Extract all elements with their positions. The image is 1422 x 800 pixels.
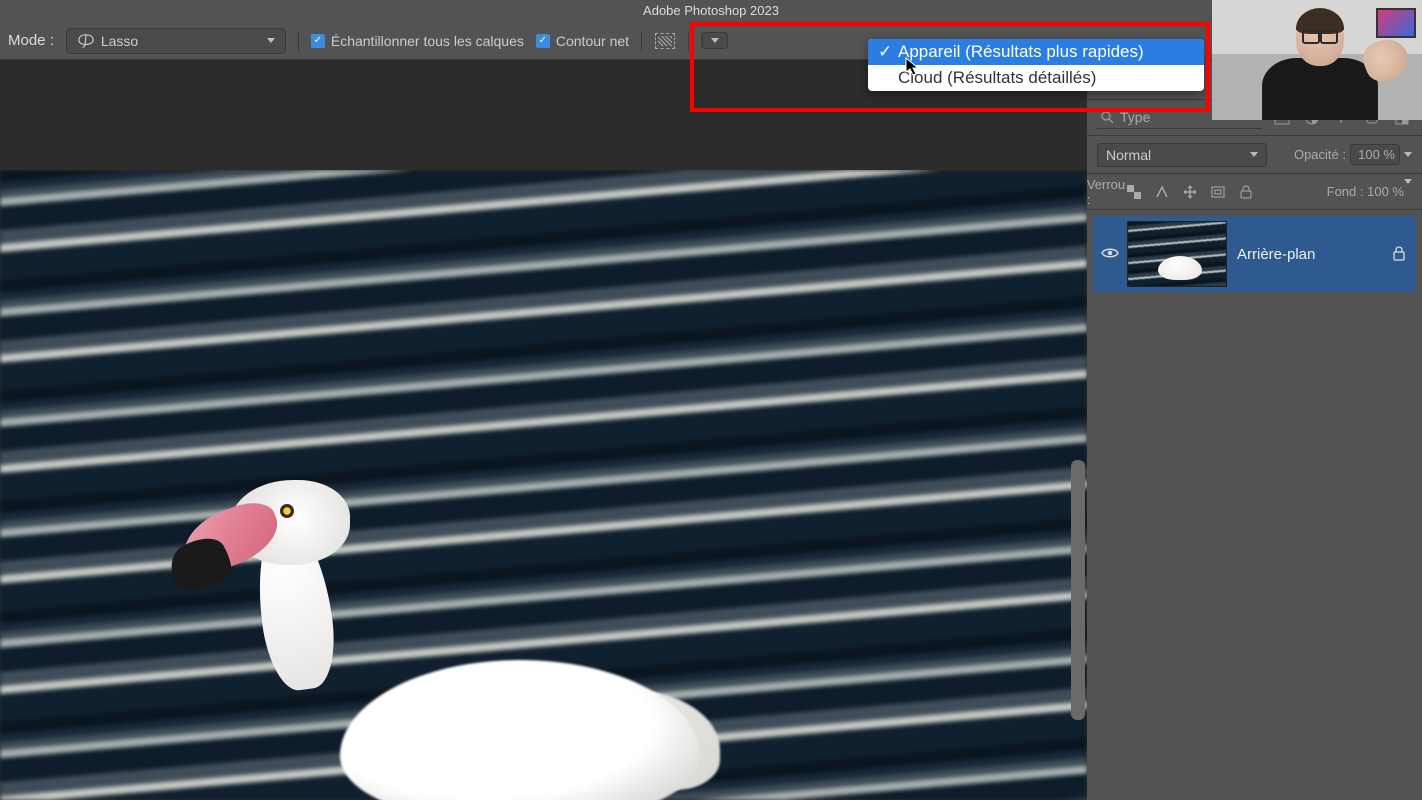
layer-row[interactable]: Arrière-plan [1093,216,1416,292]
separator [641,31,642,51]
menu-item-label: Cloud (Résultats détaillés) [898,68,1096,88]
fill-label: Fond : [1327,184,1364,199]
select-and-mask-icon[interactable] [654,30,676,52]
checkmark-icon: ✓ [878,42,892,62]
separator [298,31,299,51]
webcam-overlay [1212,0,1422,120]
layer-locked-icon[interactable] [1392,245,1406,264]
lock-image-icon[interactable] [1153,183,1171,201]
separator [688,31,689,51]
eye-icon [1101,247,1119,259]
caret-down-icon [267,38,275,43]
sample-all-layers-checkbox[interactable]: ✓ Échantillonner tous les calques [311,33,524,49]
select-subject-dropdown-toggle[interactable] [702,33,727,48]
lock-all-icon[interactable] [1237,183,1255,201]
document-area [0,60,1087,800]
layers-list: Arrière-plan [1087,210,1422,800]
layer-name[interactable]: Arrière-plan [1237,246,1392,263]
menu-item-label: Appareil (Résultats plus rapides) [898,42,1144,62]
caret-down-icon [711,38,719,43]
opacity-input[interactable]: 100 % [1350,144,1400,165]
sample-all-layers-label: Échantillonner tous les calques [331,33,524,49]
layer-type-filter-label: Type [1120,109,1150,125]
opacity-label: Opacité : [1294,147,1346,162]
layer-thumbnail[interactable] [1127,221,1227,287]
right-panels: Type T Normal Opacité : 100 % Verrou : F… [1087,60,1422,800]
blend-opacity-row: Normal Opacité : 100 % [1087,136,1422,174]
mouse-cursor-icon [905,57,921,77]
window-title: Adobe Photoshop 2023 [0,0,1422,22]
fill-input[interactable]: 100 % [1367,184,1404,199]
options-bar: Mode : Lasso ✓ Échantillonner tous les c… [0,22,1422,60]
checkbox-checked-icon: ✓ [536,34,550,48]
antialias-label: Contour net [556,33,629,49]
caret-down-icon [1404,179,1412,199]
select-subject-button[interactable]: Sélectionner un sujet [701,32,728,49]
mode-select[interactable]: Lasso [66,28,286,54]
canvas-image-subject [140,500,700,800]
lasso-icon [77,33,95,49]
lock-transparency-icon[interactable] [1125,183,1143,201]
checkbox-checked-icon: ✓ [311,34,325,48]
lock-fill-row: Verrou : Fond : 100 % [1087,174,1422,210]
antialias-checkbox[interactable]: ✓ Contour net [536,33,629,49]
webcam-presenter [1262,10,1378,120]
blend-mode-select[interactable]: Normal [1097,143,1267,167]
lock-position-icon[interactable] [1181,183,1199,201]
mode-value: Lasso [101,33,138,49]
caret-down-icon [1250,152,1258,157]
webcam-background-frame [1376,8,1416,38]
lock-label: Verrou : [1097,183,1115,201]
lock-artboard-icon[interactable] [1209,183,1227,201]
caret-down-icon [1404,152,1412,157]
blend-mode-value: Normal [1106,147,1151,163]
canvas[interactable] [0,170,1087,800]
vertical-scrollbar[interactable] [1071,460,1085,720]
search-icon [1101,111,1114,124]
layer-visibility-toggle[interactable] [1093,246,1127,262]
mode-label: Mode : [8,32,54,49]
